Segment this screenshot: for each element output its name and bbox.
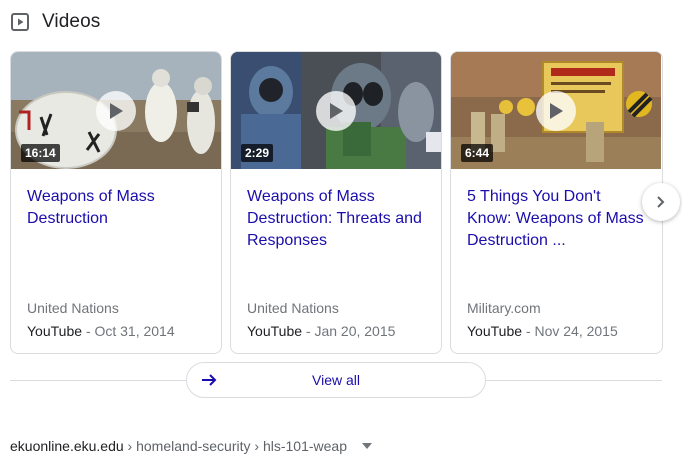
breadcrumb-separator: ›: [123, 438, 137, 454]
video-meta: YouTube - Jan 20, 2015: [247, 323, 395, 339]
video-card[interactable]: 6:44 5 Things You Don't Know: Weapons of…: [450, 51, 663, 354]
video-channel: United Nations: [27, 300, 119, 316]
play-button[interactable]: [316, 91, 356, 131]
play-icon: [110, 103, 123, 119]
video-duration: 6:44: [461, 144, 494, 162]
video-title-link[interactable]: Weapons of Mass Destruction: Threats and…: [247, 186, 431, 252]
section-title: Videos: [42, 11, 101, 32]
video-meta: YouTube - Nov 24, 2015: [467, 323, 618, 339]
video-meta: YouTube - Oct 31, 2014: [27, 323, 175, 339]
play-button[interactable]: [96, 91, 136, 131]
caret-down-icon[interactable]: [362, 443, 372, 449]
play-icon: [550, 103, 563, 119]
video-channel: Military.com: [467, 300, 541, 316]
view-all-button[interactable]: View all: [186, 362, 486, 398]
breadcrumb-domain: ekuonline.eku.edu: [10, 438, 124, 454]
video-date: - Oct 31, 2014: [82, 323, 175, 339]
play-button[interactable]: [536, 91, 576, 131]
view-all-label: View all: [312, 372, 360, 388]
video-thumbnail[interactable]: 6:44: [451, 52, 661, 169]
breadcrumb-path: hls-101-weap: [262, 438, 348, 454]
video-title-link[interactable]: Weapons of Mass Destruction: [27, 186, 211, 230]
video-card[interactable]: 16:14 Weapons of Mass Destruction United…: [10, 51, 222, 354]
video-source: YouTube: [247, 323, 303, 339]
play-icon: [330, 103, 343, 119]
video-duration: 2:29: [241, 144, 274, 162]
video-date: - Nov 24, 2015: [522, 323, 618, 339]
breadcrumb-path: homeland-security: [136, 438, 251, 454]
video-card[interactable]: 2:29 Weapons of Mass Destruction: Threat…: [230, 51, 442, 354]
video-thumbnail[interactable]: 2:29: [231, 52, 441, 169]
breadcrumb-separator: ›: [250, 438, 263, 454]
result-breadcrumb[interactable]: ekuonline.eku.edu › homeland-security › …: [10, 438, 347, 454]
videos-header: Videos: [10, 8, 100, 36]
video-date: - Jan 20, 2015: [302, 323, 396, 339]
video-channel: United Nations: [247, 300, 339, 316]
chevron-right-icon: [657, 196, 665, 208]
video-duration: 16:14: [21, 144, 60, 162]
video-source: YouTube: [27, 323, 83, 339]
carousel-next-button[interactable]: [642, 183, 680, 221]
video-title-link[interactable]: 5 Things You Don't Know: Weapons of Mass…: [467, 186, 649, 252]
video-source: YouTube: [467, 323, 523, 339]
play-square-icon: [10, 12, 30, 32]
video-thumbnail[interactable]: 16:14: [11, 52, 221, 169]
